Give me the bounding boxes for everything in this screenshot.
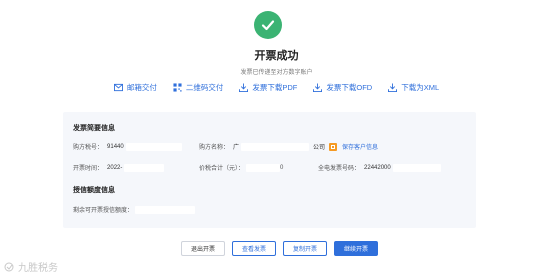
success-check-icon xyxy=(254,11,282,39)
buyer-name-value: 广 xyxy=(233,145,240,151)
invoice-number-label: 全电发票号码： xyxy=(318,166,361,172)
invoice-info-title: 发票简要信息 xyxy=(73,125,115,132)
action-label: 发票下载OFD xyxy=(326,83,373,92)
masked-text xyxy=(246,163,281,172)
tax-id-field: 购方税号： 91440 xyxy=(73,142,182,151)
delivery-actions: 邮箱交付 二维码交付 发票下载PDF 发票下载OFD 下载为XML xyxy=(0,82,553,93)
invoice-number-field: 全电发票号码： 22442000 xyxy=(318,163,441,172)
credit-remaining-label: 剩余可开票授信额度： xyxy=(73,208,134,214)
issue-time-label: 开票时间： xyxy=(73,166,104,172)
action-label: 邮箱交付 xyxy=(126,83,157,92)
exit-invoicing-button[interactable]: 退出开票 xyxy=(181,241,226,256)
action-label: 下载为XML xyxy=(401,83,440,92)
credit-remaining-field: 剩余可开票授信额度： xyxy=(73,205,199,214)
qrcode-icon xyxy=(173,83,182,92)
total-value: 0 xyxy=(280,164,284,171)
buyer-name-field: 购方名称： 广 公司 保存客户信息 xyxy=(199,142,378,151)
watermark-logo-icon xyxy=(4,262,14,271)
buyer-name-label: 购方名称： xyxy=(199,145,230,151)
masked-text xyxy=(392,163,441,172)
masked-text xyxy=(124,163,165,172)
total-amount-field: 价税合计（元）： 0 xyxy=(199,163,283,172)
watermark-text: 九胜税务 xyxy=(18,263,58,274)
view-invoice-button[interactable]: 查看发票 xyxy=(232,241,277,256)
invoice-number-value: 22442000 xyxy=(364,164,391,171)
tax-id-label: 购方税号： xyxy=(73,145,104,151)
invoice-info-card: 发票简要信息 购方税号： 91440 购方名称： 广 公司 保存客户信息 开票时… xyxy=(63,112,476,228)
total-label: 价税合计（元）： xyxy=(199,166,245,172)
buyer-name-suffix: 公司 xyxy=(313,145,326,151)
watermark: 九胜税务 xyxy=(4,259,58,274)
download-icon xyxy=(313,83,323,92)
save-customer-link[interactable]: 保存客户信息 xyxy=(342,142,378,151)
continue-invoicing-button[interactable]: 继续开票 xyxy=(334,241,379,256)
issue-time-field: 开票时间： 2022- xyxy=(73,163,165,172)
copy-invoice-button[interactable]: 复制开票 xyxy=(283,241,328,256)
download-pdf-link[interactable]: 发票下载PDF xyxy=(239,82,297,93)
download-ofd-link[interactable]: 发票下载OFD xyxy=(313,82,372,93)
credit-info-title: 授信额度信息 xyxy=(73,187,115,194)
masked-text xyxy=(241,142,310,151)
download-xml-link[interactable]: 下载为XML xyxy=(388,82,439,93)
email-delivery-link[interactable]: 邮箱交付 xyxy=(113,82,157,93)
masked-text xyxy=(125,142,182,151)
qrcode-delivery-link[interactable]: 二维码交付 xyxy=(173,82,224,93)
download-icon xyxy=(239,83,249,92)
page-subtitle: 发票已传递至对方数字账户 xyxy=(240,70,313,76)
issue-time-value: 2022- xyxy=(107,164,123,171)
action-label: 发票下载PDF xyxy=(252,83,298,92)
tax-id-value: 91440 xyxy=(107,143,124,150)
download-icon xyxy=(388,83,398,92)
page-title: 开票成功 xyxy=(254,50,299,62)
masked-text xyxy=(135,205,196,214)
mail-icon xyxy=(113,83,123,92)
copy-icon[interactable] xyxy=(329,142,338,151)
footer-buttons: 退出开票 查看发票 复制开票 继续开票 xyxy=(181,241,379,256)
action-label: 二维码交付 xyxy=(185,83,224,92)
